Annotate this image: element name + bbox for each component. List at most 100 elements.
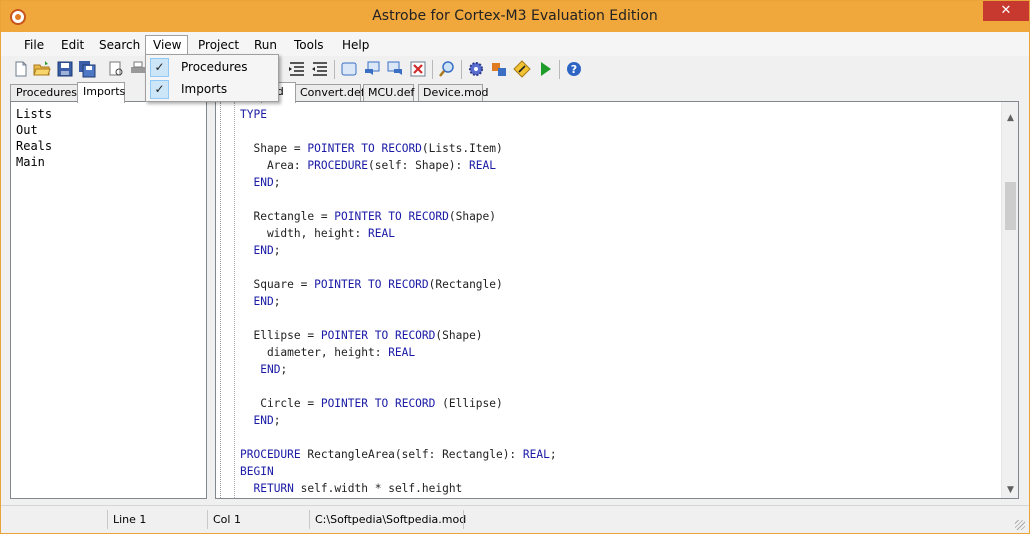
menu-bar: File Edit Search View Project Run Tools … (1, 32, 1029, 56)
scroll-down-icon[interactable]: ▼ (1002, 482, 1018, 498)
build-gear-icon[interactable] (467, 60, 485, 78)
code-token: ; (273, 176, 281, 189)
code-token: (Rectangle) (428, 278, 503, 291)
comment-icon[interactable] (363, 60, 381, 78)
save-all-icon[interactable] (78, 60, 96, 78)
code-token: RectangleArea(self: Rectangle): (300, 448, 523, 461)
code-token: ; (273, 295, 281, 308)
menu-item-imports[interactable]: ✓ Imports (148, 79, 276, 100)
link-icon[interactable] (490, 60, 508, 78)
code-line: Rectangle = POINTER TO RECORD(Shape) (240, 208, 557, 225)
code-keyword: POINTER (314, 278, 362, 291)
code-line: END; (240, 293, 557, 310)
list-item[interactable]: Reals (16, 138, 52, 154)
menu-file[interactable]: File (17, 35, 51, 55)
menu-run[interactable]: Run (247, 35, 284, 55)
code-token: Area: (240, 159, 308, 172)
print-preview-icon[interactable] (107, 60, 125, 78)
check-icon: ✓ (150, 58, 169, 77)
code-line: Ellipse = POINTER TO RECORD(Shape) (240, 327, 557, 344)
code-keyword: TO (368, 278, 382, 291)
code-line: Circle = POINTER TO RECORD (Ellipse) (240, 395, 557, 412)
code-line: END; (240, 412, 557, 429)
find-icon[interactable] (438, 60, 456, 78)
code-keyword: RECORD (394, 329, 436, 342)
code-keyword: TO (388, 210, 402, 223)
code-keyword: POINTER (320, 329, 368, 342)
save-icon[interactable] (56, 60, 74, 78)
menu-item-label: Imports (181, 82, 228, 96)
status-separator (207, 510, 208, 529)
delete-icon[interactable] (409, 60, 427, 78)
code-text[interactable]: TYPE Shape = POINTER TO RECORD(Lists.Ite… (240, 106, 557, 497)
scroll-thumb[interactable] (1005, 182, 1016, 230)
tab-procedures[interactable]: Procedures (10, 84, 78, 102)
open-folder-icon[interactable] (33, 60, 51, 78)
imports-panel: Lists Out Reals Main (10, 101, 207, 499)
code-editor[interactable]: TYPE Shape = POINTER TO RECORD(Lists.Ite… (215, 101, 1019, 499)
menu-view[interactable]: View (145, 35, 188, 55)
code-keyword: PROCEDURE (240, 448, 301, 461)
resize-grip-icon[interactable] (1015, 520, 1025, 530)
code-keyword: REAL (367, 227, 395, 240)
close-button[interactable]: ✕ (983, 1, 1029, 21)
code-line: END; (240, 242, 557, 259)
menu-item-procedures[interactable]: ✓ Procedures (148, 57, 276, 78)
tab-convert-def[interactable]: Convert.def (295, 84, 365, 102)
code-keyword: RECORD (381, 142, 422, 155)
tab-imports[interactable]: Imports (77, 82, 125, 103)
list-item[interactable]: Main (16, 154, 52, 170)
code-token: Rectangle = (240, 210, 335, 223)
code-token: Shape = (240, 142, 308, 155)
menu-help[interactable]: Help (335, 35, 376, 55)
uncomment-icon[interactable] (386, 60, 404, 78)
toolbar-separator (432, 60, 433, 79)
status-separator (309, 510, 310, 529)
menu-edit[interactable]: Edit (54, 35, 91, 55)
status-line: Line 1 (113, 513, 147, 526)
frame-icon[interactable] (340, 60, 358, 78)
code-keyword: POINTER (334, 210, 382, 223)
tab-device-mod[interactable]: Device.mod (418, 84, 489, 102)
run-play-icon[interactable] (536, 60, 554, 78)
editor-margin (220, 102, 221, 498)
list-item[interactable]: Lists (16, 106, 52, 122)
menu-project[interactable]: Project (191, 35, 246, 55)
code-keyword: RECORD (394, 397, 436, 410)
menu-search[interactable]: Search (92, 35, 147, 55)
code-keyword: END (253, 414, 274, 427)
code-line: END; (240, 174, 557, 191)
code-token: (self: Shape): (367, 159, 470, 172)
code-line: BEGIN (240, 463, 557, 480)
code-token: ; (549, 448, 557, 461)
code-token: ; (273, 414, 281, 427)
code-keyword: END (260, 363, 281, 376)
code-line: TYPE (240, 106, 557, 123)
vertical-scrollbar[interactable]: ▲ ▼ (1001, 102, 1018, 498)
code-token: diameter, height: (240, 346, 389, 359)
indent-icon[interactable] (288, 60, 306, 78)
help-icon[interactable]: ? (565, 60, 583, 78)
list-item[interactable]: Out (16, 122, 52, 138)
scroll-up-icon[interactable]: ▲ (1002, 110, 1018, 127)
code-keyword: PROCEDURE (307, 159, 368, 172)
tab-mcu-def[interactable]: MCU.def (363, 84, 414, 102)
code-keyword: END (253, 295, 274, 308)
run-tool-icon[interactable] (513, 60, 531, 78)
outdent-icon[interactable] (311, 60, 329, 78)
imports-list: Lists Out Reals Main (16, 106, 52, 170)
code-token: (Lists.Item) (421, 142, 503, 155)
code-keyword: RECORD (408, 210, 449, 223)
editor-fold-margin (234, 102, 235, 498)
new-file-icon[interactable] (12, 60, 30, 78)
menu-tools[interactable]: Tools (287, 35, 331, 55)
